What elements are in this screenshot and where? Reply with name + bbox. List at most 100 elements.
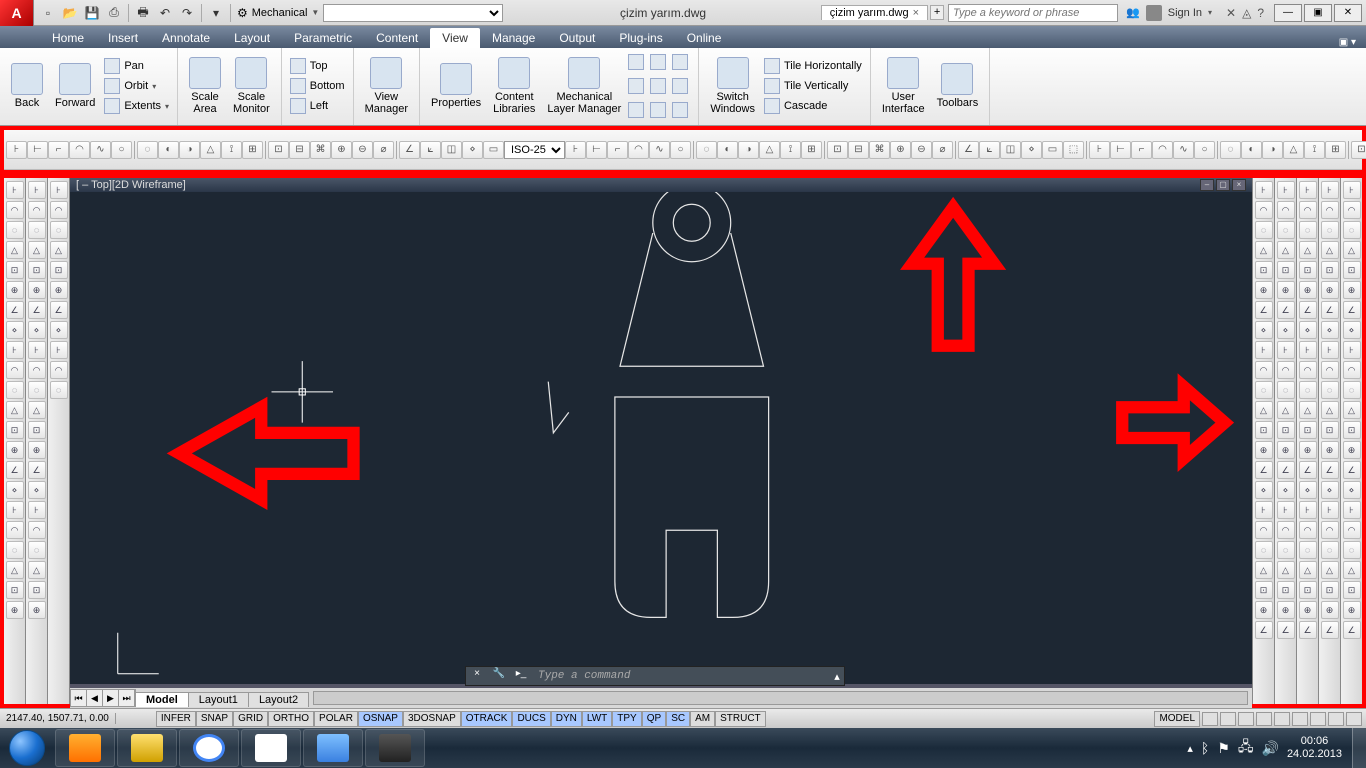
toolbar-button[interactable]: ⌐ (48, 141, 69, 159)
pan-button[interactable]: Pan (102, 57, 171, 75)
toolbar-button[interactable]: ⊦ (1343, 181, 1361, 199)
toolbar-button[interactable]: ◌ (28, 541, 46, 559)
status-icon[interactable] (1256, 712, 1272, 726)
toolbar-button[interactable]: ⊡ (1299, 421, 1317, 439)
toolbar-button[interactable]: ◠ (1152, 141, 1173, 159)
toolbar-button[interactable]: ⊢ (586, 141, 607, 159)
toolbar-button[interactable]: ⋄ (1343, 481, 1361, 499)
toolbar-button[interactable]: ⊕ (50, 281, 68, 299)
toolbar-button[interactable]: ∠ (1343, 621, 1361, 639)
new-tab-button[interactable]: + (930, 5, 944, 20)
toolbar-button[interactable]: △ (1299, 241, 1317, 259)
start-button[interactable] (0, 728, 54, 768)
switch-windows-button[interactable]: Switch Windows (705, 50, 760, 122)
command-input[interactable]: Type a command (532, 670, 830, 682)
toolbar-button[interactable]: ⋄ (6, 321, 24, 339)
toolbar-button[interactable]: ◌ (6, 381, 24, 399)
toolbar-button[interactable]: ▭ (483, 141, 504, 159)
toolbar-button[interactable]: △ (28, 401, 46, 419)
toolbar-button[interactable]: △ (1255, 241, 1273, 259)
toolbar-button[interactable]: ◠ (1343, 361, 1361, 379)
toolbar-button[interactable]: ◌ (1321, 381, 1339, 399)
qat-new-icon[interactable]: ▫ (38, 3, 58, 23)
toolbar-button[interactable]: ⊦ (1299, 341, 1317, 359)
toolbar-button[interactable]: ◌ (28, 221, 46, 239)
workspace-dropdown[interactable] (323, 4, 503, 22)
toolbar-button[interactable]: ⌐ (1131, 141, 1152, 159)
toolbar-button[interactable]: ⋄ (1321, 481, 1339, 499)
toolbar-button[interactable]: ∠ (958, 141, 979, 159)
status-toggle-grid[interactable]: GRID (233, 711, 268, 727)
toolbar-button[interactable]: ⊖ (911, 141, 932, 159)
toolbar-button[interactable]: ⟀ (420, 141, 441, 159)
toolbar-button[interactable]: ◠ (1299, 361, 1317, 379)
chevron-down-icon[interactable]: ▾ (1208, 8, 1212, 17)
toolbar-button[interactable]: ⊞ (801, 141, 822, 159)
toolbar-button[interactable]: ⊞ (1325, 141, 1346, 159)
viewport-maximize-icon[interactable]: ▢ (1216, 179, 1230, 191)
tab-home[interactable]: Home (40, 28, 96, 48)
palette-btn[interactable] (650, 51, 670, 73)
layer-manager-button[interactable]: Mechanical Layer Manager (542, 50, 626, 122)
prev-layout-icon[interactable]: ◀ (87, 690, 103, 706)
toolbar-button[interactable]: ⋄ (1255, 481, 1273, 499)
toolbar-button[interactable]: ◠ (6, 521, 24, 539)
toolbar-button[interactable]: ⊡ (1255, 261, 1273, 279)
toolbar-button[interactable]: ⊦ (6, 341, 24, 359)
toolbar-button[interactable]: ◠ (1343, 201, 1361, 219)
tab-online[interactable]: Online (675, 28, 734, 48)
qat-more-icon[interactable]: ▾ (206, 3, 226, 23)
close-button[interactable]: ✕ (1334, 4, 1362, 22)
file-tab[interactable]: çizim yarım.dwg× (821, 5, 928, 20)
toolbar-button[interactable]: △ (1255, 561, 1273, 579)
canvas[interactable] (70, 192, 1252, 684)
toolbar-button[interactable]: ⋄ (28, 321, 46, 339)
toolbar-button[interactable]: ◫ (441, 141, 462, 159)
toolbar-button[interactable]: ∠ (1321, 301, 1339, 319)
workspace-selector[interactable]: ⚙ Mechanical ▼ (230, 4, 509, 22)
content-libraries-button[interactable]: Content Libraries (488, 50, 540, 122)
tab-parametric[interactable]: Parametric (282, 28, 364, 48)
toolbar-button[interactable]: ⊕ (1343, 281, 1361, 299)
toolbar-button[interactable]: △ (1283, 141, 1304, 159)
toolbar-button[interactable]: ◠ (628, 141, 649, 159)
toolbar-button[interactable]: ⊕ (331, 141, 352, 159)
close-icon[interactable]: × (913, 7, 919, 19)
status-toggle-dyn[interactable]: DYN (551, 711, 582, 727)
toolbar-button[interactable]: ⊦ (6, 181, 24, 199)
palette-btn[interactable] (650, 99, 670, 121)
toolbar-button[interactable]: △ (6, 561, 24, 579)
status-toggle-otrack[interactable]: OTRACK (461, 711, 513, 727)
toolbar-button[interactable]: ⋄ (1343, 321, 1361, 339)
toolbar-button[interactable]: ∠ (50, 301, 68, 319)
toolbar-button[interactable]: ∠ (1277, 301, 1295, 319)
toolbar-button[interactable]: ∠ (1343, 461, 1361, 479)
toolbar-button[interactable]: ▭ (1042, 141, 1063, 159)
scale-area-button[interactable]: Scale Area (184, 50, 226, 122)
extents-button[interactable]: Extents▾ (102, 97, 171, 115)
status-icon[interactable] (1292, 712, 1308, 726)
toolbar-button[interactable]: ⊡ (1255, 581, 1273, 599)
toolbar-button[interactable]: ∠ (1277, 461, 1295, 479)
taskbar-app[interactable] (55, 729, 115, 767)
maximize-button[interactable]: ▣ (1304, 4, 1332, 22)
toolbar-button[interactable]: ⬚ (1063, 141, 1084, 159)
account-area[interactable]: 👥 Sign In ▾ (1118, 5, 1220, 21)
toolbar-button[interactable]: ◌ (1255, 541, 1273, 559)
toolbar-button[interactable]: ⊕ (28, 601, 46, 619)
toolbar-button[interactable]: △ (1299, 561, 1317, 579)
toolbar-button[interactable]: ◌ (28, 381, 46, 399)
status-toggle-ortho[interactable]: ORTHO (268, 711, 314, 727)
toolbar-button[interactable]: ⋄ (1321, 321, 1339, 339)
toolbar-button[interactable]: ◠ (1255, 361, 1273, 379)
toolbar-button[interactable]: ◐ (717, 141, 738, 159)
toolbar-button[interactable]: ⊕ (1321, 281, 1339, 299)
toolbar-button[interactable]: ◑ (179, 141, 200, 159)
app-menu-icon[interactable]: A (0, 0, 34, 26)
close-cmd-icon[interactable]: × (468, 668, 486, 684)
toolbar-button[interactable]: △ (1277, 561, 1295, 579)
toolbar-button[interactable]: ◠ (50, 361, 68, 379)
toolbar-button[interactable]: ∿ (649, 141, 670, 159)
status-toggle-snap[interactable]: SNAP (196, 711, 233, 727)
cascade-button[interactable]: Cascade (762, 97, 864, 115)
